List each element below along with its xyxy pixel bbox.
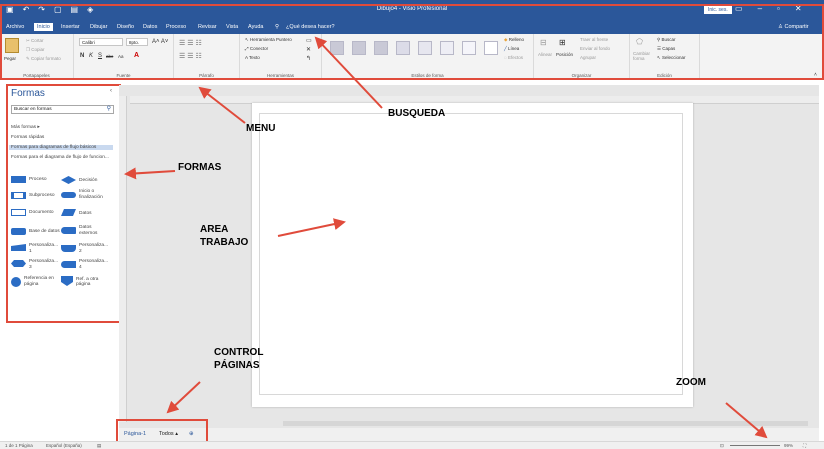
status-bar: 1 de 1 Página Español (España) ▤ ⊡ 99% ⛶ <box>0 441 824 449</box>
full-screen-icon[interactable]: ⛶ <box>803 443 806 448</box>
page-margin <box>259 113 683 395</box>
fit-page-icon[interactable]: ⊡ <box>720 443 724 449</box>
callout-zoom: ZOOM <box>676 377 706 388</box>
macro-icon[interactable]: ▤ <box>97 443 101 449</box>
page-tabs-bar: Página-1 Todos ▴ ⊕ <box>119 428 819 441</box>
callout-control-paginas: CONTROL PÁGINAS <box>214 347 264 371</box>
horizontal-scrollbar[interactable] <box>283 421 808 426</box>
callout-busqueda: BUSQUEDA <box>388 108 446 119</box>
callout-area-trabajo: AREA TRABAJO <box>200 224 249 248</box>
shapes-panel-highlight-frame <box>6 84 121 323</box>
callout-menu: MENU <box>246 123 276 134</box>
language-indicator[interactable]: Español (España) <box>46 443 82 448</box>
drawing-page[interactable] <box>252 103 693 407</box>
ribbon-highlight-frame <box>0 4 824 80</box>
zoom-level[interactable]: 99% <box>784 443 793 448</box>
page-count[interactable]: 1 de 1 Página <box>5 443 33 448</box>
zoom-slider[interactable] <box>730 445 780 446</box>
callout-formas: FORMAS <box>178 162 222 173</box>
vertical-ruler <box>119 96 127 422</box>
